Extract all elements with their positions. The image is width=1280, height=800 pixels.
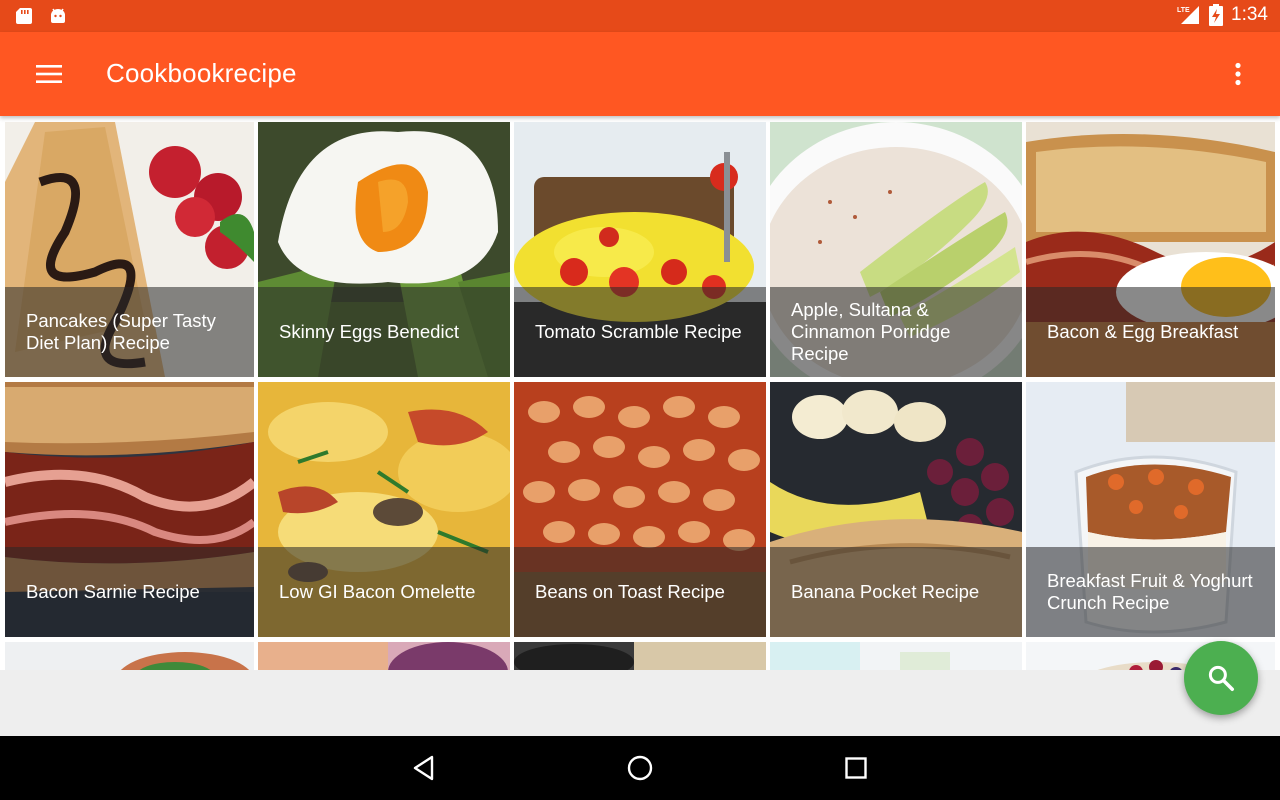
recipe-title: Low GI Bacon Omelette bbox=[279, 581, 476, 602]
recents-icon bbox=[845, 757, 867, 779]
recipe-tile[interactable]: Breakfast Fruit & Yoghurt Crunch Recipe bbox=[1026, 382, 1275, 637]
recipe-tile[interactable]: Bacon & Egg Breakfast bbox=[1026, 122, 1275, 377]
recipe-title: Bacon Sarnie Recipe bbox=[26, 581, 200, 602]
recipe-title: Beans on Toast Recipe bbox=[535, 581, 725, 602]
recipe-title: Skinny Eggs Benedict bbox=[279, 321, 459, 342]
app-bar: Cookbookrecipe bbox=[0, 32, 1280, 116]
recipe-image bbox=[258, 642, 510, 670]
recipe-tile[interactable]: Banana Pocket Recipe bbox=[770, 382, 1022, 637]
status-bar: LTE 1:34 bbox=[0, 0, 1280, 32]
back-icon bbox=[413, 755, 434, 781]
home-button[interactable] bbox=[620, 748, 660, 788]
recipe-title: Tomato Scramble Recipe bbox=[535, 321, 742, 342]
android-icon bbox=[51, 8, 65, 23]
more-vert-icon bbox=[1235, 62, 1241, 86]
recipe-image bbox=[5, 642, 254, 670]
app-title: Cookbookrecipe bbox=[106, 58, 297, 88]
hamburger-menu-icon bbox=[36, 65, 62, 83]
recipe-grid: Pancakes (Super Tasty Diet Plan) Recipe … bbox=[0, 116, 1280, 670]
recipe-image bbox=[770, 642, 1022, 670]
search-icon bbox=[1208, 665, 1234, 691]
sd-card-icon bbox=[16, 8, 32, 24]
recipe-image bbox=[514, 642, 766, 670]
recipe-tile[interactable] bbox=[5, 642, 254, 670]
recipe-title: Pancakes (Super Tasty Diet Plan) Recipe bbox=[26, 310, 216, 353]
recipe-tile[interactable] bbox=[258, 642, 510, 670]
bottom-area bbox=[0, 670, 1280, 736]
search-fab-button[interactable] bbox=[1184, 641, 1258, 715]
recipe-title: Apple, Sultana & Cinnamon Porridge Recip… bbox=[791, 299, 951, 364]
recipe-tile[interactable] bbox=[770, 642, 1022, 670]
recipe-tile[interactable]: Skinny Eggs Benedict bbox=[258, 122, 510, 377]
recipe-tile[interactable]: Pancakes (Super Tasty Diet Plan) Recipe bbox=[5, 122, 254, 377]
recipe-tile[interactable]: Tomato Scramble Recipe bbox=[514, 122, 766, 377]
back-button[interactable] bbox=[404, 748, 444, 788]
overflow-menu-button[interactable] bbox=[1218, 54, 1258, 94]
recipe-title: Banana Pocket Recipe bbox=[791, 581, 980, 602]
recipe-tile[interactable] bbox=[514, 642, 766, 670]
recipe-tile[interactable]: Low GI Bacon Omelette bbox=[258, 382, 510, 637]
home-icon bbox=[627, 755, 653, 781]
recents-button[interactable] bbox=[836, 748, 876, 788]
network-label: LTE bbox=[1177, 7, 1190, 14]
recipe-title: Bacon & Egg Breakfast bbox=[1047, 321, 1239, 342]
recipe-title: Breakfast Fruit & Yoghurt Crunch Recipe bbox=[1047, 570, 1253, 613]
clock: 1:34 bbox=[1231, 4, 1268, 25]
recipe-tile[interactable]: Bacon Sarnie Recipe bbox=[5, 382, 254, 637]
signal-icon: LTE bbox=[1177, 6, 1200, 24]
navigation-bar bbox=[0, 736, 1280, 800]
recipe-tile[interactable]: Beans on Toast Recipe bbox=[514, 382, 766, 637]
recipe-tile[interactable]: Apple, Sultana & Cinnamon Porridge Recip… bbox=[770, 122, 1022, 377]
battery-charging-icon bbox=[1209, 4, 1224, 26]
menu-button[interactable] bbox=[26, 54, 72, 94]
